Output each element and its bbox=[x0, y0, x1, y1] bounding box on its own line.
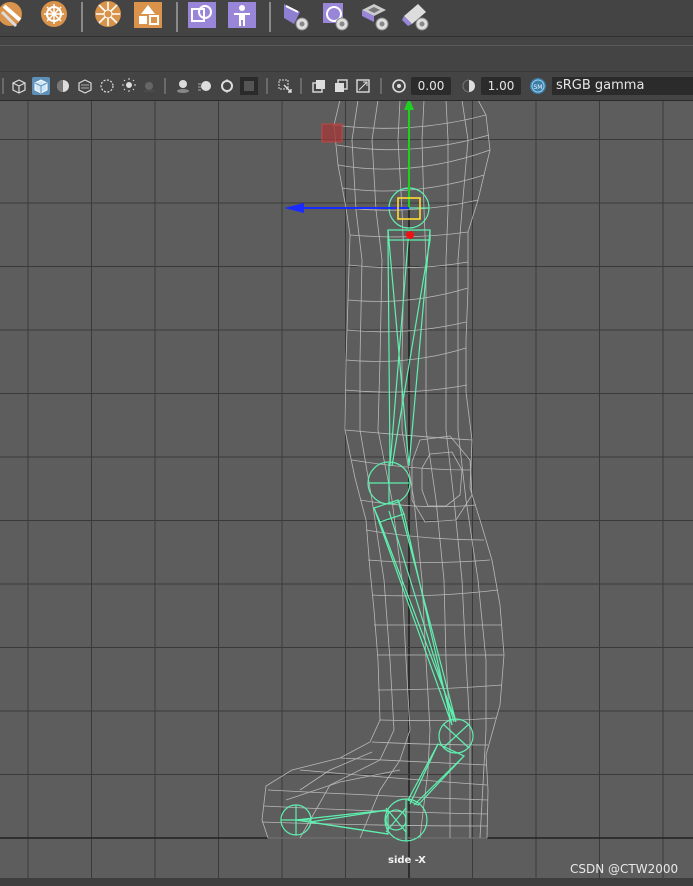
toolbar-separator bbox=[380, 78, 382, 94]
blend-shape-icon[interactable] bbox=[360, 0, 392, 32]
grid bbox=[0, 101, 693, 878]
divider bbox=[0, 45, 693, 46]
toolbar-separator bbox=[300, 78, 302, 94]
isolate-select-icon[interactable] bbox=[276, 77, 294, 95]
color-space-dropdown[interactable]: sRGB gamma bbox=[552, 77, 693, 95]
panel-toolbar: 0.00 1.00 SM sRGB gamma bbox=[0, 72, 693, 101]
locator-cube-red[interactable] bbox=[321, 123, 343, 143]
toolbar-separator bbox=[164, 78, 166, 94]
gamma-field[interactable]: 1.00 bbox=[481, 77, 521, 95]
shadows-icon[interactable] bbox=[140, 77, 158, 95]
screen-space-ao-icon[interactable] bbox=[174, 77, 192, 95]
shelf-separator bbox=[176, 2, 178, 32]
resolution-gate-icon[interactable] bbox=[354, 77, 372, 95]
skeleton-joints[interactable] bbox=[280, 187, 474, 842]
exposure-field[interactable]: 0.00 bbox=[411, 77, 451, 95]
gamma-icon[interactable] bbox=[460, 77, 478, 95]
shelf-separator bbox=[81, 2, 83, 32]
mirror-weights-icon[interactable] bbox=[132, 0, 164, 32]
knee-joint[interactable] bbox=[367, 461, 411, 505]
color-management-badge: SM bbox=[534, 84, 543, 91]
viewport-camera-label: side -X bbox=[388, 855, 426, 866]
depth-of-field-icon[interactable] bbox=[240, 77, 258, 95]
gate-mask-icon[interactable] bbox=[310, 77, 328, 95]
viewport-canvas[interactable] bbox=[0, 101, 693, 878]
copy-weights-icon[interactable] bbox=[186, 0, 218, 32]
paint-skin-weights-icon[interactable] bbox=[92, 0, 124, 32]
manip-pivot-point[interactable] bbox=[406, 231, 414, 239]
manip-y-arrow[interactable] bbox=[404, 101, 414, 110]
toolbar-separator bbox=[266, 78, 268, 94]
textured-icon[interactable] bbox=[76, 77, 94, 95]
manip-x-arrow[interactable] bbox=[284, 203, 304, 213]
lights-icon[interactable] bbox=[120, 77, 138, 95]
toolbar-separator bbox=[2, 78, 4, 94]
shelf-separator bbox=[269, 2, 271, 32]
watermark-text: CSDN @CTW2000 bbox=[570, 862, 679, 876]
interactive-bind-icon[interactable] bbox=[38, 0, 70, 32]
xray-icon[interactable] bbox=[98, 77, 116, 95]
rigging-shelf bbox=[0, 0, 693, 37]
color-management-icon[interactable]: SM bbox=[529, 77, 547, 95]
human-ik-icon[interactable] bbox=[226, 0, 258, 32]
viewport-side[interactable]: side -X bbox=[0, 101, 693, 878]
ankle-joint[interactable] bbox=[438, 718, 474, 754]
wrap-icon[interactable] bbox=[320, 0, 352, 32]
bottom-border bbox=[0, 878, 693, 886]
ball-joint[interactable] bbox=[384, 798, 428, 842]
film-gate-icon[interactable] bbox=[332, 77, 350, 95]
smooth-shade-icon[interactable] bbox=[32, 77, 50, 95]
exposure-icon[interactable] bbox=[390, 77, 408, 95]
anti-aliasing-icon[interactable] bbox=[218, 77, 236, 95]
default-material-icon[interactable] bbox=[54, 77, 72, 95]
paint-tool-icon[interactable] bbox=[280, 0, 312, 32]
maya-window: 0.00 1.00 SM sRGB gamma side -X CSDN @CT… bbox=[0, 0, 693, 886]
cluster-icon[interactable] bbox=[400, 0, 432, 32]
wireframe-icon[interactable] bbox=[10, 77, 28, 95]
toe-end-joint[interactable] bbox=[280, 804, 312, 836]
panel-menu-bar bbox=[0, 37, 693, 72]
motion-blur-icon[interactable] bbox=[196, 77, 214, 95]
rigid-bind-icon[interactable] bbox=[0, 0, 26, 32]
